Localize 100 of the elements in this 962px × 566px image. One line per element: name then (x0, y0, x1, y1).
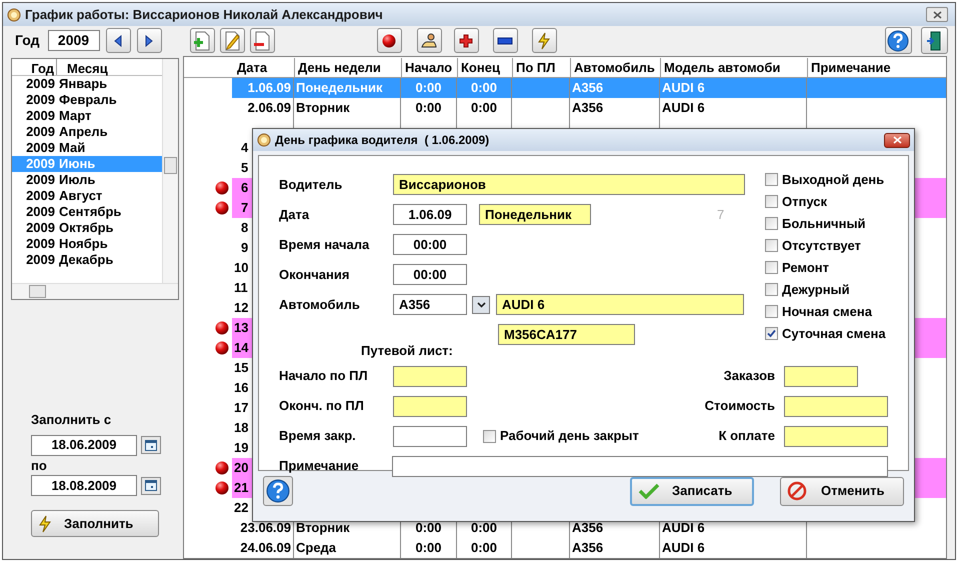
column-header[interactable]: Дата (234, 58, 295, 77)
next-year-button[interactable] (136, 28, 162, 54)
year-field[interactable]: 2009 (48, 30, 100, 52)
end-time-field[interactable]: 00:00 (393, 264, 467, 285)
column-header[interactable]: По ПЛ (513, 58, 571, 77)
checkbox-label[interactable]: Дежурный (782, 280, 850, 300)
checkbox-label[interactable]: Отпуск (782, 192, 827, 212)
month-row[interactable]: 2009 Май (12, 140, 162, 156)
app-icon (257, 133, 271, 147)
delete-button[interactable] (250, 28, 274, 54)
sphere-icon (215, 341, 229, 355)
month-row[interactable]: 2009 Февраль (12, 92, 162, 108)
checkbox-label[interactable]: Рабочий день закрыт (500, 426, 639, 446)
checkbox[interactable] (765, 217, 778, 230)
note-field[interactable] (392, 456, 888, 476)
plus-button[interactable] (454, 28, 478, 54)
close-button[interactable] (926, 7, 948, 22)
sphere-icon (215, 181, 229, 195)
checkbox[interactable] (483, 430, 496, 442)
remove-button[interactable] (492, 28, 518, 54)
month-row[interactable]: 2009 Декабрь (12, 252, 162, 268)
save-button[interactable]: Записать (630, 476, 754, 506)
date-label: Дата (279, 206, 310, 224)
previous-year-button[interactable] (106, 28, 130, 54)
checkbox-label[interactable]: Ремонт (782, 258, 830, 278)
cost-field[interactable] (784, 396, 888, 416)
exit-button[interactable] (920, 27, 948, 54)
column-header[interactable]: Начало (402, 58, 458, 77)
table-cell-text: 23.06.09 (239, 519, 292, 537)
plate-field[interactable]: M356CA177 (498, 324, 635, 345)
column-header[interactable]: Месяц (57, 59, 108, 75)
driver-field[interactable]: Виссарионов (393, 174, 745, 195)
month-row[interactable]: 2009 Сентябрь (12, 204, 162, 220)
help-button[interactable] (263, 476, 293, 506)
calendar-button[interactable] (141, 476, 161, 494)
table-cell: 0:00 (456, 98, 511, 118)
table-row[interactable]: 2.06.09 Вторник 0:00 0:00 A356 AUDI 6 (232, 98, 946, 118)
payment-field[interactable] (784, 426, 888, 446)
weekday-field[interactable]: Понедельник (479, 204, 591, 225)
table-cell-text: 5 (240, 159, 248, 177)
checkbox-label[interactable]: Больничный (782, 214, 866, 234)
table-cell: A356 (569, 538, 659, 558)
checkbox[interactable] (765, 283, 778, 296)
car-model-field[interactable]: AUDI 6 (496, 294, 744, 315)
checkbox[interactable] (765, 261, 778, 274)
sphere-icon (215, 321, 229, 335)
month-row[interactable]: 2009 Январь (12, 76, 162, 92)
orders-field[interactable] (784, 366, 858, 386)
date-field[interactable]: 18.06.2009 (31, 434, 137, 456)
vertical-scrollbar[interactable] (162, 59, 178, 283)
month-row[interactable]: 2009 Апрель (12, 124, 162, 140)
waybill-start-field[interactable] (393, 366, 467, 386)
dropdown-button[interactable] (472, 296, 490, 314)
checkbox[interactable] (765, 195, 778, 208)
close-button[interactable] (884, 132, 910, 148)
close-time-field[interactable] (393, 426, 467, 446)
cancel-button[interactable]: Отменить (780, 476, 904, 506)
day-number: 7 (717, 206, 724, 224)
column-header[interactable]: Модель автомоби (661, 58, 808, 77)
checkbox[interactable] (765, 327, 778, 340)
record-button[interactable] (376, 28, 402, 54)
orders-label: Заказов (724, 367, 775, 386)
column-header[interactable]: Конец (458, 58, 513, 77)
column-header[interactable]: День недели (295, 58, 402, 77)
table-row[interactable]: 24.06.09 Среда 0:00 0:00 A356 AUDI 6 (232, 538, 946, 558)
column-header[interactable]: Год (12, 59, 57, 75)
fill-button[interactable] (532, 28, 556, 54)
table-cell-text: 4 (240, 139, 248, 157)
help-button[interactable] (884, 27, 912, 54)
checkbox[interactable] (765, 305, 778, 318)
person-button[interactable] (416, 28, 442, 54)
checkbox[interactable] (765, 173, 778, 186)
month-row[interactable]: 2009 Июль (12, 172, 162, 188)
edit-button[interactable] (220, 28, 244, 54)
add-button[interactable] (190, 28, 214, 54)
column-header[interactable]: Примечание (808, 58, 946, 77)
help-icon (266, 479, 290, 503)
checkbox[interactable] (765, 239, 778, 252)
table-cell-text: 7 (240, 199, 248, 217)
horizontal-scrollbar[interactable] (12, 283, 178, 299)
month-row[interactable]: 2009 Октябрь (12, 220, 162, 236)
car-field[interactable]: A356 (393, 294, 467, 315)
month-row[interactable]: 2009 Август (12, 188, 162, 204)
checkbox-label[interactable]: Суточная смена (782, 324, 886, 344)
checkbox-label[interactable]: Отсутствует (782, 236, 861, 256)
sphere-icon (382, 34, 396, 48)
start-time-field[interactable]: 00:00 (393, 234, 467, 255)
chevron-down-icon (476, 302, 486, 308)
fill-to-label: по (31, 456, 48, 474)
fill-button[interactable]: Заполнить (31, 510, 159, 537)
lightning-icon (38, 514, 52, 532)
month-row[interactable]: 2009 Ноябрь (12, 236, 162, 252)
calendar-button[interactable] (141, 436, 161, 454)
date-field[interactable]: 18.08.2009 (31, 475, 137, 496)
checkbox-label[interactable]: Выходной день (782, 170, 884, 190)
column-header[interactable]: Автомобиль (571, 58, 661, 77)
month-row[interactable]: 2009 Март (12, 108, 162, 124)
date-field[interactable]: 1.06.09 (393, 204, 467, 225)
waybill-end-field[interactable] (393, 396, 467, 416)
checkbox-label[interactable]: Ночная смена (782, 302, 872, 322)
